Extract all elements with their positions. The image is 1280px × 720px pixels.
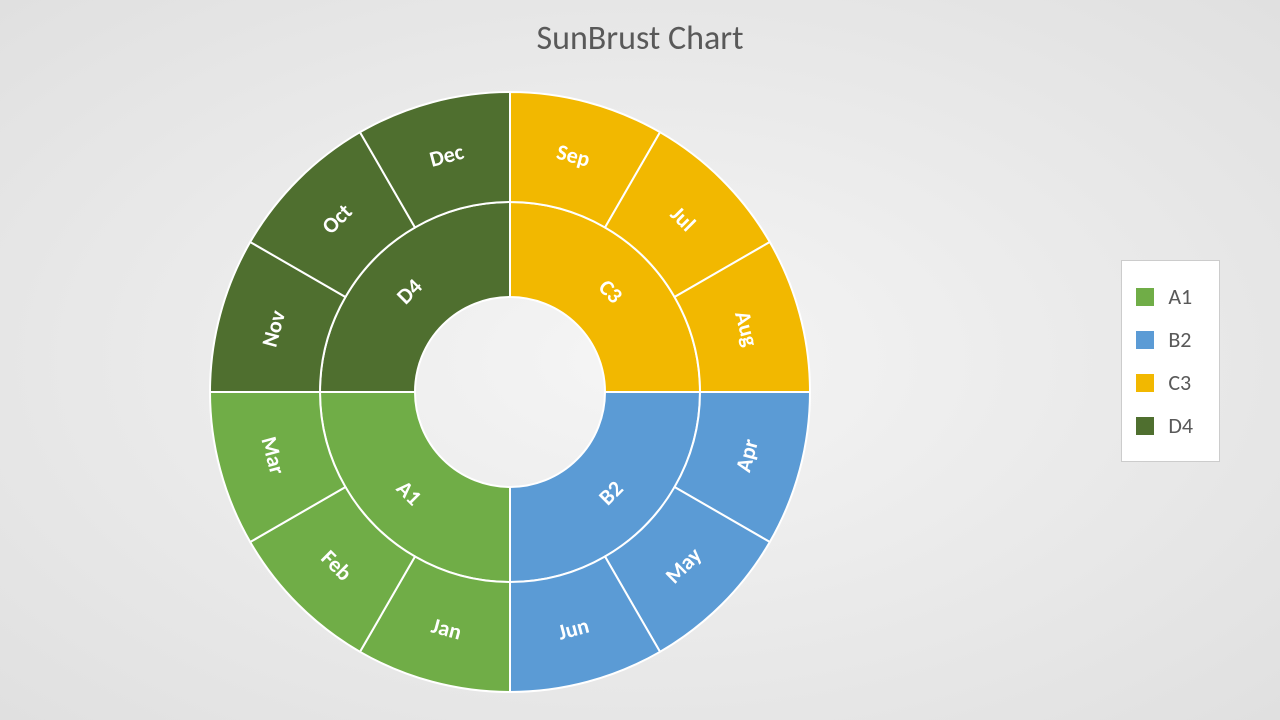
legend-label: C3 <box>1168 369 1191 396</box>
legend-label: D4 <box>1168 412 1193 439</box>
sunburst-chart: C3SepJulAugB2AprMayJunA1JanFebMarD4NovOc… <box>200 82 820 702</box>
legend-swatch <box>1136 331 1154 349</box>
legend-item-c3: C3 <box>1136 361 1193 404</box>
legend-item-b2: B2 <box>1136 318 1193 361</box>
legend-label: A1 <box>1168 283 1192 310</box>
chart-title: SunBrust Chart <box>536 18 743 59</box>
legend-swatch <box>1136 417 1154 435</box>
legend-swatch <box>1136 288 1154 306</box>
legend-item-d4: D4 <box>1136 404 1193 447</box>
legend-label: B2 <box>1168 326 1191 353</box>
chart-legend: A1 B2 C3 D4 <box>1121 260 1220 462</box>
legend-swatch <box>1136 374 1154 392</box>
legend-item-a1: A1 <box>1136 275 1193 318</box>
